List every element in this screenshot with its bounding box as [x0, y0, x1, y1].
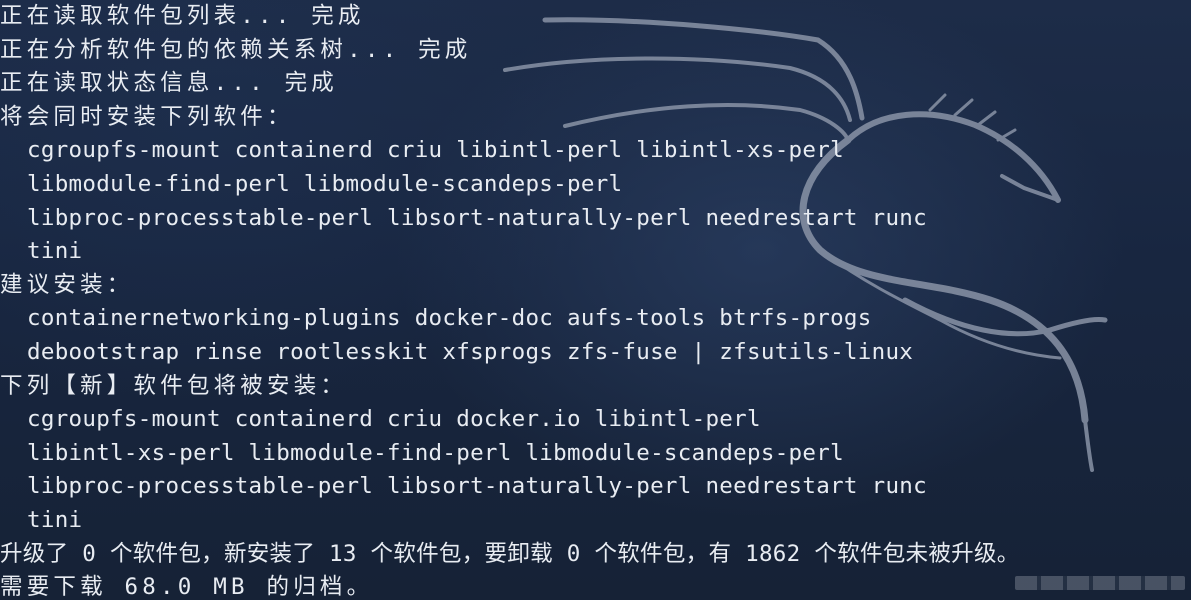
output-line: 正在读取状态信息... 完成 [0, 70, 338, 97]
watermark [1015, 576, 1185, 590]
output-line: tini [27, 506, 83, 533]
output-line: cgroupfs-mount containerd criu docker.io… [27, 406, 761, 433]
output-line: cgroupfs-mount containerd criu libintl-p… [27, 137, 844, 164]
output-line: 将会同时安装下列软件： [0, 103, 294, 130]
output-line: 建议安装： [0, 271, 134, 298]
terminal-output[interactable]: 正在读取软件包列表... 完成 正在分析软件包的依赖关系树... 完成 正在读取… [0, 0, 1020, 600]
output-line: 下列【新】软件包将被安装： [0, 372, 348, 399]
output-line: libproc-processtable-perl libsort-natura… [27, 204, 927, 231]
terminal-window[interactable]: 正在读取软件包列表... 完成 正在分析软件包的依赖关系树... 完成 正在读取… [0, 0, 1191, 600]
output-line: libmodule-find-perl libmodule-scandeps-p… [27, 170, 623, 197]
output-line: libintl-xs-perl libmodule-find-perl libm… [27, 439, 844, 466]
output-line: debootstrap rinse rootlesskit xfsprogs z… [27, 338, 914, 365]
output-line: tini [27, 238, 83, 265]
output-line: 正在分析软件包的依赖关系树... 完成 [0, 36, 472, 63]
output-line: containernetworking-plugins docker-doc a… [27, 305, 872, 332]
output-line: 需要下载 68.0 MB 的归档。 [0, 574, 374, 600]
output-line: 正在读取软件包列表... 完成 [0, 3, 365, 29]
output-line: 升级了 0 个软件包，新安装了 13 个软件包，要卸载 0 个软件包，有 186… [0, 540, 1020, 567]
output-line: libproc-processtable-perl libsort-natura… [27, 473, 927, 500]
